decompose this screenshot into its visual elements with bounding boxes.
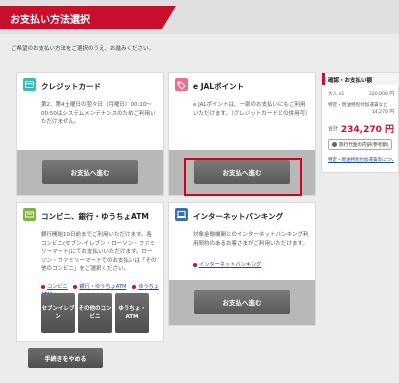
card-title: クレジットカード — [41, 82, 101, 91]
page-title: お支払い方法選択 — [10, 15, 90, 26]
link-konbini[interactable]: コンビニ — [47, 284, 68, 290]
card-title: インターネットバンキング — [193, 212, 284, 221]
highlight-box — [184, 158, 302, 196]
summary-row: 大人 x1 220,000 円 — [328, 91, 394, 97]
card-description: e JALポイントは、一部のお支払いにもご利用いただけます。（クレジットカードと… — [193, 102, 311, 117]
link-bank-atm[interactable]: 銀行・ゆうちょATM — [79, 284, 126, 290]
summary-row-label: 大人 x1 — [328, 92, 345, 97]
bullet-icon — [73, 284, 78, 289]
card-description: 銀行開始10日前までご利用いただけます。各コンビニ(セブン-イレブン・ローソン・… — [41, 232, 157, 273]
summary-row-value: 14,270 円 — [371, 110, 394, 115]
jal-points-icon — [175, 78, 188, 91]
summary-row: 特定・燃油特別付加運賃など — [328, 102, 394, 108]
link-netbanking[interactable]: インターネットバンキング — [199, 262, 261, 268]
fare-detail-button[interactable]: 旅行代金の内訳(参考額) — [328, 139, 392, 150]
plus-icon — [332, 142, 337, 147]
konbini-button-group: セブンイレブン その他のコンビニ ゆうちょ・ATM — [41, 293, 149, 333]
atm-icon — [23, 208, 36, 221]
netbanking-option: インターネットバンキング 対象金融機関とのインターネットバンキング利用契約のある… — [168, 202, 316, 326]
credit-pay-button[interactable]: お支払へ進む — [42, 160, 138, 184]
bullet-icon — [132, 284, 137, 289]
card-description: 対象金融機関とのインターネットバンキング利用契約のあるお客さまがご利用いただけま… — [193, 232, 309, 247]
summary-row-value: 220,000 円 — [368, 92, 394, 97]
total-value: 234,270 円 — [340, 125, 394, 135]
card-header: クレジットカード — [17, 73, 163, 97]
summary-title: 確認・お支払い額 — [322, 73, 399, 85]
summary-total: 合計 234,270 円 — [328, 125, 394, 135]
yucho-atm-button[interactable]: ゆうちょ・ATM — [115, 293, 149, 333]
seven-eleven-button[interactable]: セブンイレブン — [41, 293, 75, 333]
header-bar: お支払い方法選択 — [0, 0, 399, 34]
netbanking-pay-button[interactable]: お支払へ進む — [194, 290, 290, 314]
laptop-icon — [175, 208, 188, 221]
card-title: e JALポイント — [193, 82, 245, 91]
bullet-icon — [193, 262, 197, 267]
card-title: コンビニ、銀行・ゆうちょATM — [41, 212, 149, 221]
intro-text: ご希望のお支払い方法をご選択のうえ、お進みください。 — [11, 46, 155, 52]
bullet-icon — [41, 284, 45, 289]
total-label: 合計 — [328, 126, 339, 132]
page-title-tab: お支払い方法選択 — [0, 6, 176, 29]
card-header: コンビニ、銀行・ゆうちょATM — [17, 203, 163, 227]
credit-card-option: クレジットカード 第2、第4土曜日の翌々日（月曜日）00:10〜00:50はシス… — [16, 72, 164, 196]
surcharge-info-link[interactable]: 特定・燃油特別付加運賃等について — [328, 157, 394, 163]
payment-summary: 確認・お支払い額 大人 x1 220,000 円 特定・燃油特別付加運賃など 1… — [321, 72, 399, 173]
card-header: インターネットバンキング — [169, 203, 315, 227]
card-footer: お支払へ進む — [17, 150, 163, 195]
summary-row-label: 特定・燃油特別付加運賃など — [328, 103, 388, 108]
card-footer: お支払へ進む — [169, 280, 315, 325]
card-description: 第2、第4土曜日の翌々日（月曜日）00:10〜00:50はシステムメンテナンスの… — [41, 102, 156, 126]
credit-card-icon — [23, 78, 36, 91]
card-header: e JALポイント — [169, 73, 315, 97]
cancel-button[interactable]: 手続きをやめる — [28, 348, 103, 368]
fare-detail-label: 旅行代金の内訳(参考額) — [339, 142, 389, 148]
other-konbini-button[interactable]: その他のコンビニ — [78, 293, 112, 333]
link-list: インターネットバンキング — [193, 261, 265, 269]
konbini-option: コンビニ、銀行・ゆうちょATM 銀行開始10日前までご利用いただけます。各コンビ… — [16, 202, 164, 342]
